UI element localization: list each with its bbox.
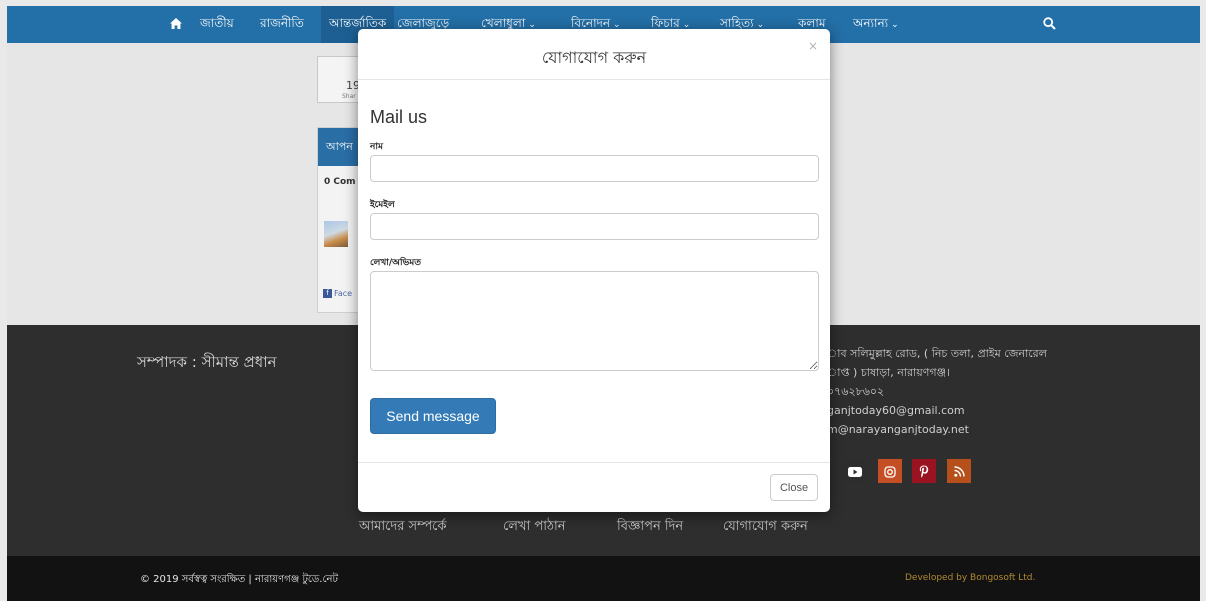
chevron-down-icon: ⌄ bbox=[891, 20, 899, 30]
nav-item-national[interactable]: জাতীয় bbox=[200, 6, 234, 43]
message-field[interactable] bbox=[370, 271, 819, 371]
address-line: াব সলিমুল্লাহ রোড, ( নিচ তলা, প্রাইম জেন… bbox=[827, 347, 1047, 360]
nav-item-label: রাজনীতি bbox=[260, 16, 304, 30]
mail-heading: Mail us bbox=[370, 107, 428, 127]
contact-address: াব সলিমুল্লাহ রোড, ( নিচ তলা, প্রাইম জেন… bbox=[827, 344, 1047, 439]
home-icon[interactable] bbox=[170, 18, 182, 29]
editor-credit: সম্পাদক : সীমান্ত প্রধান bbox=[137, 353, 277, 371]
comment-avatar bbox=[324, 221, 348, 247]
footer-link-about[interactable]: আমাদের সম্পর্কে bbox=[359, 517, 446, 538]
close-icon[interactable]: × bbox=[808, 39, 818, 53]
modal-header-divider bbox=[358, 79, 830, 80]
contact-modal: যোগাযোগ করুন × Mail us নাম ইমেইল লেখা/অভ… bbox=[358, 29, 830, 512]
modal-title: যোগাযোগ করুন bbox=[541, 48, 647, 67]
address-line: াপ্ত ) চাষাড়া, নারায়ণগঞ্জ। bbox=[827, 366, 950, 379]
nav-item-label: ফিচার bbox=[651, 16, 680, 30]
nav-item-label: কলাম bbox=[798, 16, 826, 30]
developer-credit[interactable]: Developed by Bongosoft Ltd. bbox=[905, 573, 1035, 583]
rss-icon[interactable] bbox=[947, 459, 971, 483]
nav-item-label: জাতীয় bbox=[200, 16, 234, 30]
nav-item-label: বিনোদন bbox=[571, 16, 611, 30]
modal-footer-divider bbox=[358, 462, 830, 463]
nav-item-others[interactable]: অন্যান্য ⌄ bbox=[853, 6, 899, 43]
nav-item-politics[interactable]: রাজনীতি bbox=[260, 6, 304, 43]
facebook-icon: f bbox=[323, 289, 332, 298]
facebook-label: Face bbox=[334, 289, 353, 298]
copyright-text: © 2019 সর্বস্বত্ব সংরক্ষিত | নারায়ণগঞ্জ… bbox=[140, 574, 338, 585]
email-line: m@narayanganjtoday.net bbox=[827, 423, 969, 436]
close-button[interactable]: Close bbox=[770, 474, 818, 501]
email-label: ইমেইল bbox=[370, 200, 395, 210]
nav-item-label: আন্তর্জাতিক bbox=[329, 16, 387, 30]
email-field[interactable] bbox=[370, 213, 819, 240]
footer-link-contact[interactable]: যোগাযোগ করুন bbox=[723, 517, 808, 538]
send-message-button[interactable]: Send message bbox=[370, 398, 496, 434]
phone-line: ০৭৬২৮৬০২ bbox=[827, 385, 885, 398]
nav-item-label: খেলাধুলা bbox=[481, 16, 526, 30]
nav-item-label: অন্যান্য bbox=[853, 16, 889, 30]
youtube-icon[interactable] bbox=[843, 459, 867, 483]
share-label: Shar bbox=[342, 93, 356, 100]
footer-link-write[interactable]: লেখা পাঠান bbox=[503, 517, 565, 538]
message-label: লেখা/অভিমত bbox=[370, 258, 421, 268]
email-line: ganjtoday60@gmail.com bbox=[827, 404, 965, 417]
facebook-plugin-link[interactable]: f Face bbox=[323, 289, 352, 298]
pinterest-icon[interactable] bbox=[912, 459, 936, 483]
nav-item-label: সাহিত্য bbox=[720, 16, 754, 30]
nav-item-label: জেলাজুড়ে bbox=[397, 16, 450, 30]
search-icon[interactable] bbox=[1043, 17, 1056, 30]
instagram-icon[interactable] bbox=[878, 459, 902, 483]
name-label: নাম bbox=[370, 142, 383, 152]
footer-link-advertise[interactable]: বিজ্ঞাপন দিন bbox=[617, 517, 683, 538]
name-field[interactable] bbox=[370, 155, 819, 182]
bottom-bar: © 2019 সর্বস্বত্ব সংরক্ষিত | নারায়ণগঞ্জ… bbox=[7, 556, 1200, 601]
